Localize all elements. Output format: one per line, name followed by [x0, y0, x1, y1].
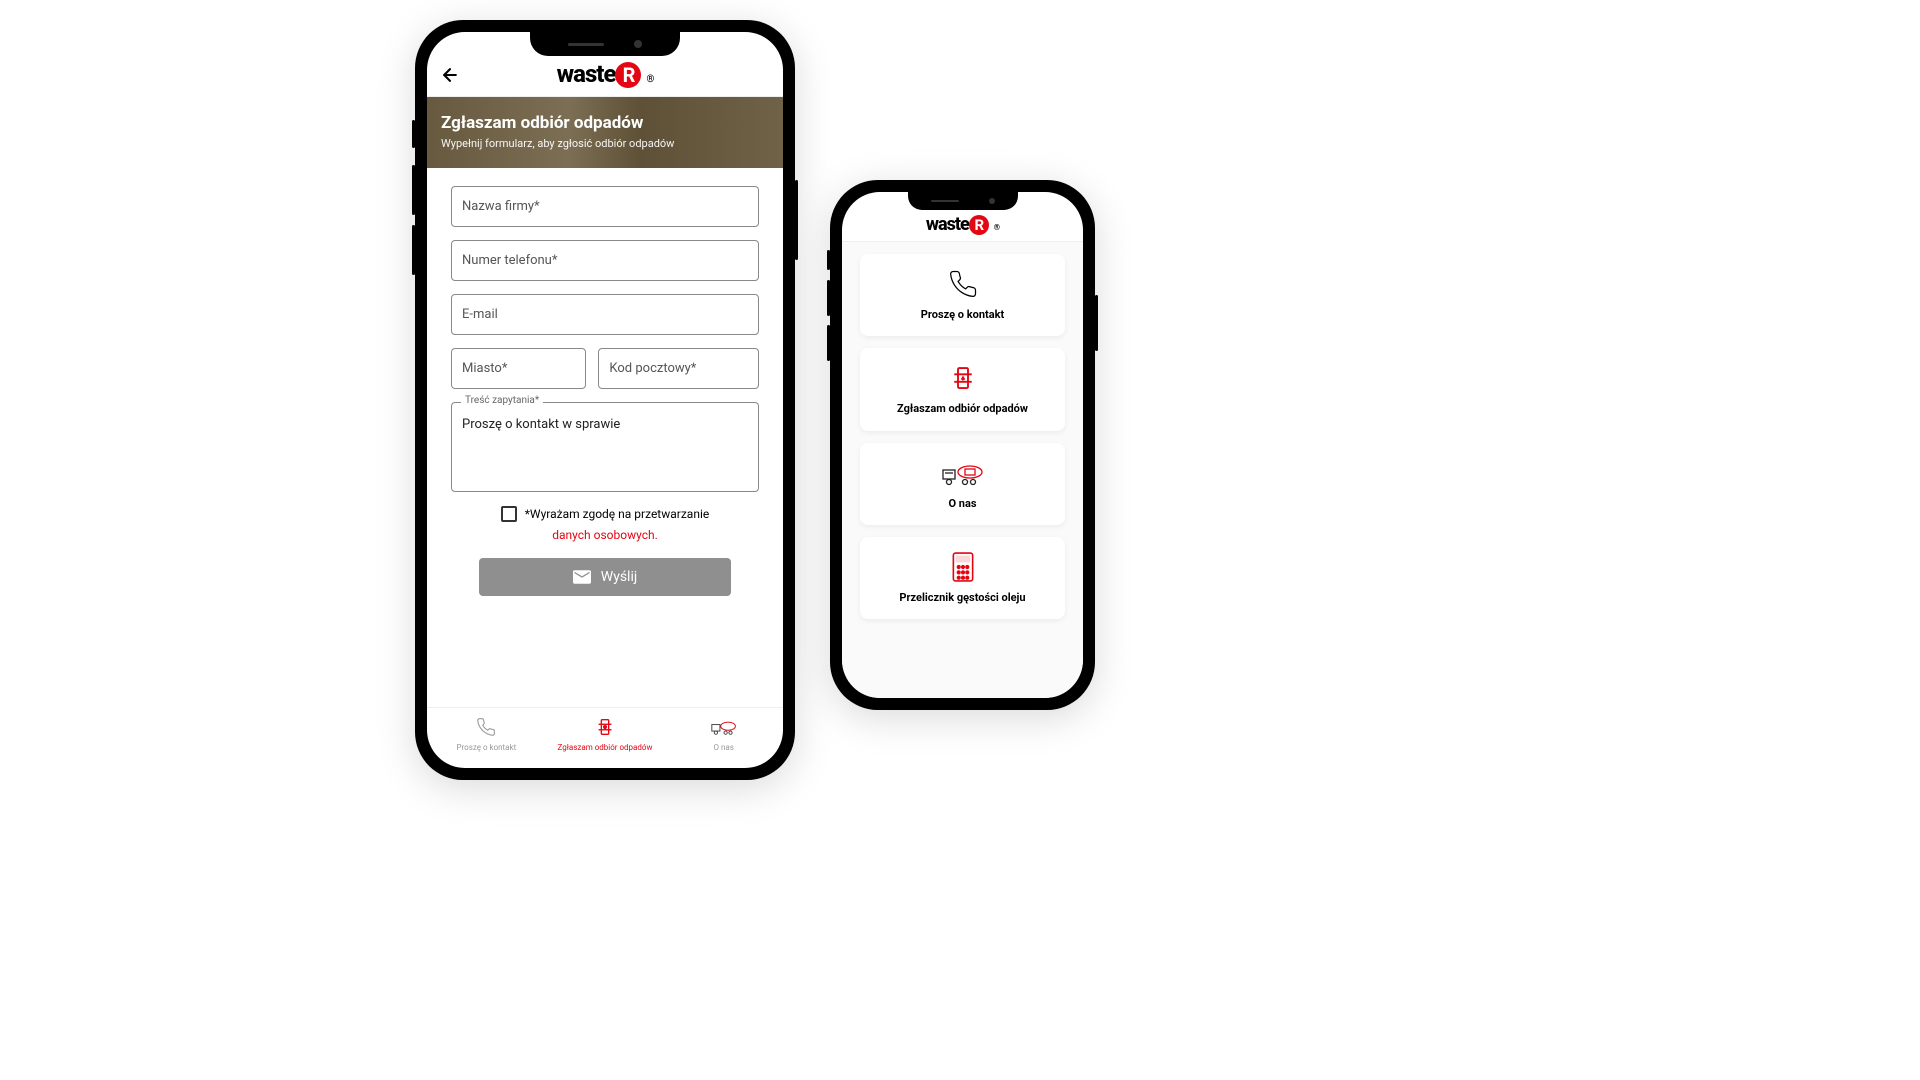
menu-calculator-label: Przelicznik gęstości oleju	[899, 591, 1025, 605]
nav-contact[interactable]: Proszę o kontakt	[427, 716, 546, 752]
nav-report[interactable]: Zgłaszam odbiór odpadów	[546, 716, 665, 752]
barrel-icon	[948, 362, 978, 394]
mail-icon	[573, 570, 591, 584]
truck-icon	[941, 457, 985, 489]
phone-icon	[476, 716, 496, 738]
menu-contact-label: Proszę o kontakt	[921, 308, 1004, 322]
menu-contact[interactable]: Proszę o kontakt	[860, 254, 1065, 336]
nav-about-label: O nas	[713, 743, 733, 752]
menu-report[interactable]: Zgłaszam odbiór odpadów	[860, 348, 1065, 430]
barrel-icon	[594, 716, 616, 738]
postal-field[interactable]: Kod pocztowy*	[598, 348, 759, 389]
phone-mockup-menu: wasteR® Proszę o kontakt Zgłaszam odbiór…	[830, 180, 1095, 710]
consent-link[interactable]: danych osobowych.	[451, 528, 759, 542]
back-button[interactable]	[439, 64, 461, 86]
phone-field[interactable]: Numer telefonu*	[451, 240, 759, 281]
app-logo: wasteR®	[926, 214, 999, 235]
consent-text: *Wyrażam zgodę na przetwarzanie	[525, 507, 709, 521]
consent-checkbox[interactable]	[501, 506, 517, 522]
message-label: Treść zapytania*	[461, 395, 543, 406]
app-logo: wasteR®	[557, 60, 654, 88]
phone-icon	[948, 268, 978, 300]
truck-icon	[711, 716, 737, 738]
phone-mockup-form: wasteR® Zgłaszam odbiór odpadów Wypełnij…	[415, 20, 795, 780]
main-menu: Proszę o kontakt Zgłaszam odbiór odpadów…	[842, 242, 1083, 698]
form-container: Nazwa firmy* Numer telefonu* E-mail Mias…	[427, 168, 783, 707]
nav-about[interactable]: O nas	[664, 716, 783, 752]
company-field[interactable]: Nazwa firmy*	[451, 186, 759, 227]
menu-about[interactable]: O nas	[860, 443, 1065, 525]
send-button[interactable]: Wyślij	[479, 558, 731, 596]
hero-title: Zgłaszam odbiór odpadów	[441, 113, 769, 133]
calculator-icon	[950, 551, 976, 583]
menu-calculator[interactable]: Przelicznik gęstości oleju	[860, 537, 1065, 619]
bottom-navigation: Proszę o kontakt Zgłaszam odbiór odpadów…	[427, 707, 783, 768]
menu-report-label: Zgłaszam odbiór odpadów	[897, 402, 1028, 416]
city-field[interactable]: Miasto*	[451, 348, 586, 389]
arrow-left-icon	[440, 65, 460, 85]
email-field[interactable]: E-mail	[451, 294, 759, 335]
nav-contact-label: Proszę o kontakt	[456, 743, 516, 752]
menu-about-label: O nas	[948, 497, 976, 511]
message-field[interactable]: Proszę o kontakt w sprawie	[451, 402, 759, 492]
hero-banner: Zgłaszam odbiór odpadów Wypełnij formula…	[427, 97, 783, 168]
nav-report-label: Zgłaszam odbiór odpadów	[558, 743, 653, 752]
hero-subtitle: Wypełnij formularz, aby zgłosić odbiór o…	[441, 137, 769, 150]
